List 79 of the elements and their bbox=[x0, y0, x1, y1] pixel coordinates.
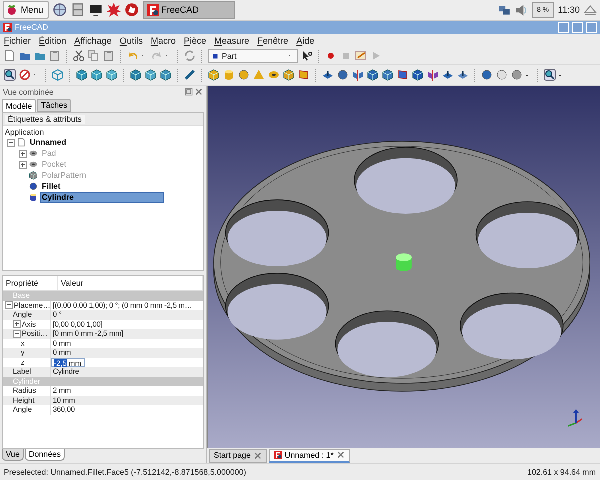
taskbar-window-button[interactable]: FreeCAD bbox=[142, 1, 235, 19]
close-icon bbox=[336, 451, 345, 459]
draw-style-icon[interactable] bbox=[19, 69, 31, 81]
network-icon[interactable] bbox=[498, 4, 512, 16]
close-icon[interactable] bbox=[195, 88, 203, 96]
menu-item[interactable]: Measure bbox=[214, 36, 250, 46]
tree-column-header: Étiquettes & attributs bbox=[5, 114, 85, 124]
sphere-icon[interactable] bbox=[238, 69, 250, 81]
menu-item[interactable]: Aide bbox=[296, 36, 315, 46]
status-dimensions: 102.61 x 94.64 mm bbox=[528, 468, 596, 476]
eject-icon[interactable] bbox=[584, 4, 597, 16]
left-view-icon[interactable] bbox=[160, 69, 172, 81]
tree-item[interactable]: Unnamed bbox=[28, 137, 68, 148]
window-title: FreeCAD bbox=[15, 23, 48, 32]
expand-toggle[interactable] bbox=[5, 301, 13, 310]
workbench-cube-icon bbox=[211, 52, 220, 60]
app-icon bbox=[274, 451, 282, 459]
menu-item[interactable]: Macro bbox=[150, 36, 176, 46]
raspberry-icon bbox=[6, 4, 18, 16]
app-icon bbox=[3, 23, 12, 32]
panel-tab[interactable]: Données bbox=[24, 449, 65, 461]
3d-viewport[interactable] bbox=[207, 86, 600, 448]
column-header: Valeur bbox=[58, 276, 203, 290]
box-icon[interactable] bbox=[208, 69, 220, 81]
expand-toggle[interactable] bbox=[13, 320, 21, 328]
globe-icon[interactable] bbox=[52, 3, 67, 17]
document-tab[interactable]: Unnamed : 1* bbox=[268, 448, 350, 462]
right-view-icon[interactable] bbox=[106, 69, 118, 81]
expand-toggle[interactable] bbox=[7, 138, 15, 146]
expand-toggle[interactable] bbox=[19, 150, 27, 158]
axis-triad-icon bbox=[568, 409, 583, 427]
menu-item[interactable]: Outils bbox=[120, 36, 143, 46]
speaker-icon[interactable] bbox=[515, 4, 528, 16]
menu-item[interactable]: Fichier bbox=[4, 36, 32, 46]
isometric-view-icon[interactable] bbox=[52, 69, 64, 81]
menu-button[interactable]: Menu bbox=[3, 1, 49, 19]
cut-icon[interactable] bbox=[73, 50, 85, 62]
menu-item[interactable]: Fenêtre bbox=[258, 36, 289, 46]
record-icon[interactable] bbox=[325, 50, 337, 62]
new-file-icon[interactable] bbox=[4, 50, 16, 62]
front-view-icon[interactable] bbox=[76, 69, 88, 81]
menu-item[interactable]: Édition bbox=[39, 36, 67, 46]
close-button[interactable] bbox=[586, 22, 597, 33]
burst-icon[interactable] bbox=[106, 3, 121, 17]
float-panel-icon[interactable] bbox=[185, 88, 193, 96]
edit-macro-icon[interactable] bbox=[355, 50, 367, 62]
rear-view-icon[interactable] bbox=[130, 69, 142, 81]
cylinder-icon bbox=[29, 193, 38, 202]
close-icon bbox=[254, 452, 262, 460]
tree-item[interactable]: Fillet bbox=[40, 181, 63, 192]
minimize-button[interactable] bbox=[558, 22, 569, 33]
tree-item[interactable]: Cylindre bbox=[40, 192, 164, 203]
menu-item[interactable]: Affichage bbox=[74, 36, 112, 46]
expand-toggle[interactable] bbox=[13, 330, 21, 338]
panel-tab[interactable]: Vue bbox=[2, 449, 24, 461]
bottom-view-icon[interactable] bbox=[145, 69, 157, 81]
mirror-icon[interactable] bbox=[352, 69, 364, 81]
document-icon bbox=[17, 138, 26, 147]
menu-item[interactable]: Pièce bbox=[184, 36, 206, 46]
clock: 11:30 bbox=[558, 5, 580, 15]
whats-this-icon[interactable] bbox=[301, 50, 313, 62]
app-icon bbox=[146, 4, 159, 16]
expand-toggle[interactable] bbox=[19, 160, 27, 168]
open-folder-icon[interactable] bbox=[19, 50, 31, 62]
panel-tab[interactable]: Tâches bbox=[37, 99, 72, 112]
status-message: Preselected: Unnamed.Fillet.Face5 (-7.512142,-8.871568,5.000000) bbox=[4, 468, 246, 476]
workbench-dropdown[interactable]: Part bbox=[208, 49, 298, 63]
maximize-button[interactable] bbox=[572, 22, 583, 33]
small-cylinder-drawing bbox=[396, 254, 412, 272]
top-view-icon[interactable] bbox=[91, 69, 103, 81]
tree-root-label: Application bbox=[4, 127, 46, 137]
panel-tab[interactable]: Modèle bbox=[2, 99, 36, 112]
monitor-icon[interactable] bbox=[88, 3, 103, 17]
paste-icon[interactable] bbox=[103, 50, 115, 62]
panel-title: Vue combinée bbox=[3, 88, 55, 96]
document-tab[interactable]: Start page bbox=[209, 448, 267, 462]
column-header: Propriété bbox=[3, 276, 58, 290]
file-cabinet-icon[interactable] bbox=[70, 3, 85, 17]
torus-icon[interactable] bbox=[268, 69, 280, 81]
